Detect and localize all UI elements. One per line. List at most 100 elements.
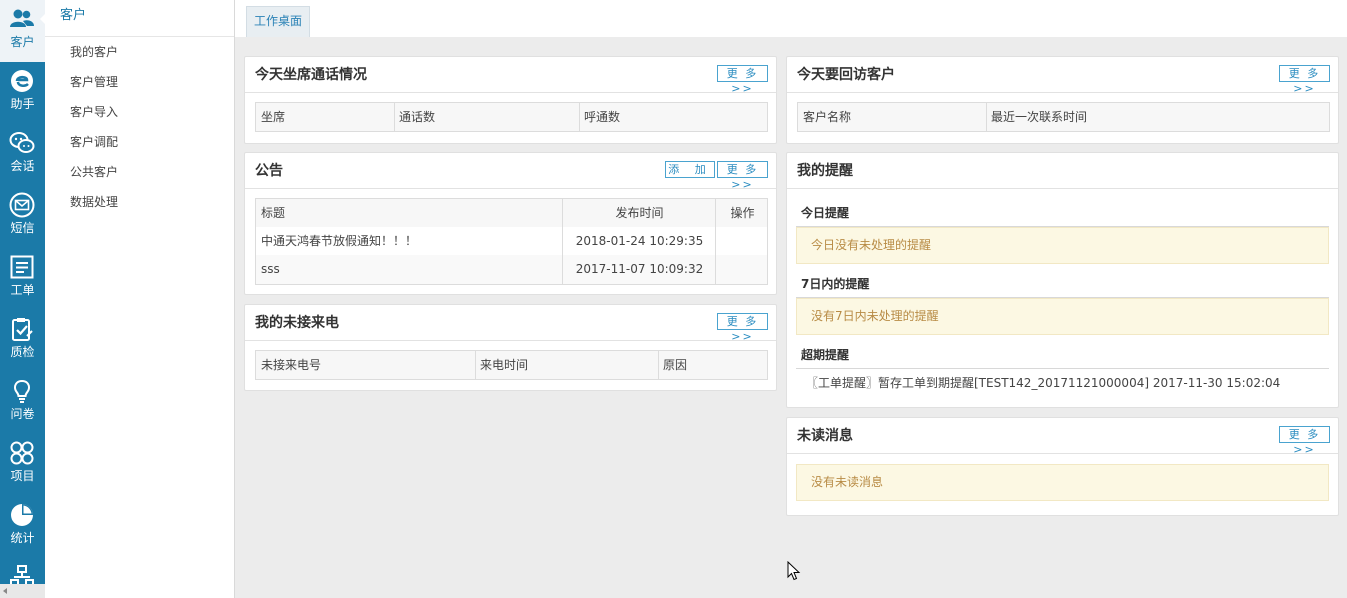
panel-title: 我的提醒 [797, 163, 853, 179]
overdue-reminders-heading: 超期提醒 [801, 348, 850, 362]
panel-title: 未读消息 [797, 428, 853, 444]
more-button[interactable]: 更 多 >> [1279, 426, 1330, 456]
panel-header: 今天要回访客户 更 多 >> [787, 57, 1338, 95]
rail-item-project[interactable]: 项目 [0, 434, 45, 496]
pie-chart-icon [11, 504, 33, 526]
today-reminders-empty: 今日没有未处理的提醒 [796, 227, 1329, 264]
icon-rail: 客户 助手 会话 短信 工单 质检 问卷 项目 统计 [0, 0, 47, 598]
submenu-title: 客户 [45, 0, 234, 37]
panel-header: 未读消息 更 多 >> [787, 418, 1338, 456]
lightbulb-icon [14, 379, 30, 403]
rail-item-quality[interactable]: 质检 [0, 310, 45, 372]
submenu-item-customer-import[interactable]: 客户导入 [70, 105, 118, 119]
calls-table: 坐席 通话数 呼通数 [255, 102, 768, 132]
ticket-icon [10, 255, 34, 279]
rail-label: 质检 [10, 345, 35, 359]
panel-title: 公告 [255, 163, 283, 179]
column-header[interactable]: 客户名称 [798, 103, 986, 131]
missed-calls-panel: 我的未接来电 更 多 >> 未接来电号 来电时间 原因 [244, 304, 777, 391]
scroll-left-arrow-icon[interactable] [3, 588, 7, 594]
assistant-icon [11, 70, 33, 92]
more-button[interactable]: 更 多 >> [1279, 65, 1330, 95]
announcement-time: 2017-11-07 10:09:32 [575, 262, 704, 276]
rail-item-survey[interactable]: 问卷 [0, 372, 45, 434]
tab-bar: 工作桌面 [235, 0, 1347, 37]
unread-panel: 未读消息 更 多 >> 没有未读消息 [786, 417, 1339, 516]
announcement-time: 2018-01-24 10:29:35 [575, 234, 704, 248]
rail-label: 会话 [10, 159, 35, 173]
submenu-item-customer-management[interactable]: 客户管理 [70, 75, 118, 89]
missed-calls-table: 未接来电号 来电时间 原因 [255, 350, 768, 380]
announcements-panel: 公告 添 加 更 多 >> 标题 发布时间 操作 中通天鸿春节放假通知！！！ 2… [244, 152, 777, 295]
column-header[interactable]: 发布时间 [563, 199, 716, 227]
column-header[interactable]: 标题 [256, 199, 563, 227]
column-header[interactable]: 坐席 [256, 103, 394, 131]
revisit-panel: 今天要回访客户 更 多 >> 客户名称 最近一次联系时间 [786, 56, 1339, 144]
grid-icon [10, 441, 34, 465]
panel-title: 今天坐席通话情况 [255, 67, 367, 83]
table-header: 坐席 通话数 呼通数 [256, 103, 767, 131]
announcements-table: 标题 发布时间 操作 中通天鸿春节放假通知！！！ 2018-01-24 10:2… [255, 198, 768, 285]
calls-panel: 今天坐席通话情况 更 多 >> 坐席 通话数 呼通数 [244, 56, 777, 144]
rail-item-customers[interactable]: 客户 [0, 0, 45, 62]
week-reminders-empty: 没有7日内未处理的提醒 [796, 298, 1329, 335]
column-header[interactable]: 最近一次联系时间 [986, 103, 1331, 131]
table-row[interactable]: 中通天鸿春节放假通知！！！ 2018-01-24 10:29:35 [256, 227, 767, 255]
announcement-title[interactable]: 中通天鸿春节放假通知！！！ [256, 227, 563, 255]
sub-menu: 客户 我的客户 客户管理 客户导入 客户调配 公共客户 数据处理 [45, 0, 235, 598]
column-header[interactable]: 原因 [658, 351, 769, 379]
rail-label: 工单 [10, 283, 35, 297]
divider [796, 368, 1329, 369]
rail-label: 客户 [10, 35, 35, 49]
table-header: 未接来电号 来电时间 原因 [256, 351, 767, 379]
more-button[interactable]: 更 多 >> [717, 161, 768, 191]
column-header[interactable]: 来电时间 [475, 351, 658, 379]
org-chart-icon [10, 565, 34, 584]
rail-item-conversation[interactable]: 会话 [0, 124, 45, 186]
panel-header: 我的未接来电 更 多 >> [245, 305, 776, 343]
rail-item-more[interactable] [0, 558, 45, 584]
tab-workbench[interactable]: 工作桌面 [246, 6, 310, 37]
rail-item-ticket[interactable]: 工单 [0, 248, 45, 310]
more-button[interactable]: 更 多 >> [717, 313, 768, 343]
column-header[interactable]: 未接来电号 [256, 351, 475, 379]
rail-item-assistant[interactable]: 助手 [0, 62, 45, 124]
today-reminders-heading: 今日提醒 [801, 206, 850, 220]
table-header: 标题 发布时间 操作 [256, 199, 767, 227]
overdue-reminder-item[interactable]: 〖工单提醒〗暂存工单到期提醒[TEST142_20171121000004] 2… [806, 376, 1280, 390]
panel-title: 我的未接来电 [255, 315, 339, 331]
submenu-item-customer-allocation[interactable]: 客户调配 [70, 135, 118, 149]
panel-header: 公告 添 加 更 多 >> [245, 153, 776, 191]
panel-header: 我的提醒 [787, 153, 1338, 189]
mail-icon [9, 192, 35, 218]
submenu-item-data-processing[interactable]: 数据处理 [70, 195, 118, 209]
mouse-cursor-icon [787, 561, 801, 581]
column-header[interactable]: 呼通数 [579, 103, 769, 131]
rail-label: 助手 [10, 97, 35, 111]
clipboard-check-icon [12, 318, 33, 341]
table-row[interactable]: sss 2017-11-07 10:09:32 [256, 255, 767, 284]
column-header[interactable]: 通话数 [394, 103, 579, 131]
revisit-table: 客户名称 最近一次联系时间 [797, 102, 1330, 132]
rail-item-stats[interactable]: 统计 [0, 496, 45, 558]
rail-label: 问卷 [10, 407, 35, 421]
panel-header: 今天坐席通话情况 更 多 >> [245, 57, 776, 95]
column-header[interactable]: 操作 [716, 199, 769, 227]
announcement-title[interactable]: sss [256, 255, 563, 283]
panel-title: 今天要回访客户 [797, 67, 895, 83]
announcement-action[interactable] [716, 227, 769, 255]
more-button[interactable]: 更 多 >> [717, 65, 768, 95]
rail-label: 统计 [10, 531, 35, 545]
submenu-item-my-customers[interactable]: 我的客户 [70, 45, 118, 59]
horizontal-scrollbar[interactable] [0, 584, 45, 598]
table-header: 客户名称 最近一次联系时间 [798, 103, 1329, 131]
users-icon [10, 9, 34, 27]
wechat-icon [9, 132, 35, 153]
rail-item-sms[interactable]: 短信 [0, 186, 45, 248]
add-button[interactable]: 添 加 [665, 161, 715, 178]
unread-empty: 没有未读消息 [796, 464, 1329, 501]
reminders-panel: 我的提醒 今日提醒 今日没有未处理的提醒 7日内的提醒 没有7日内未处理的提醒 … [786, 152, 1339, 408]
submenu-item-public-customers[interactable]: 公共客户 [70, 165, 118, 179]
announcement-action[interactable] [716, 255, 769, 283]
rail-label: 项目 [10, 469, 35, 483]
